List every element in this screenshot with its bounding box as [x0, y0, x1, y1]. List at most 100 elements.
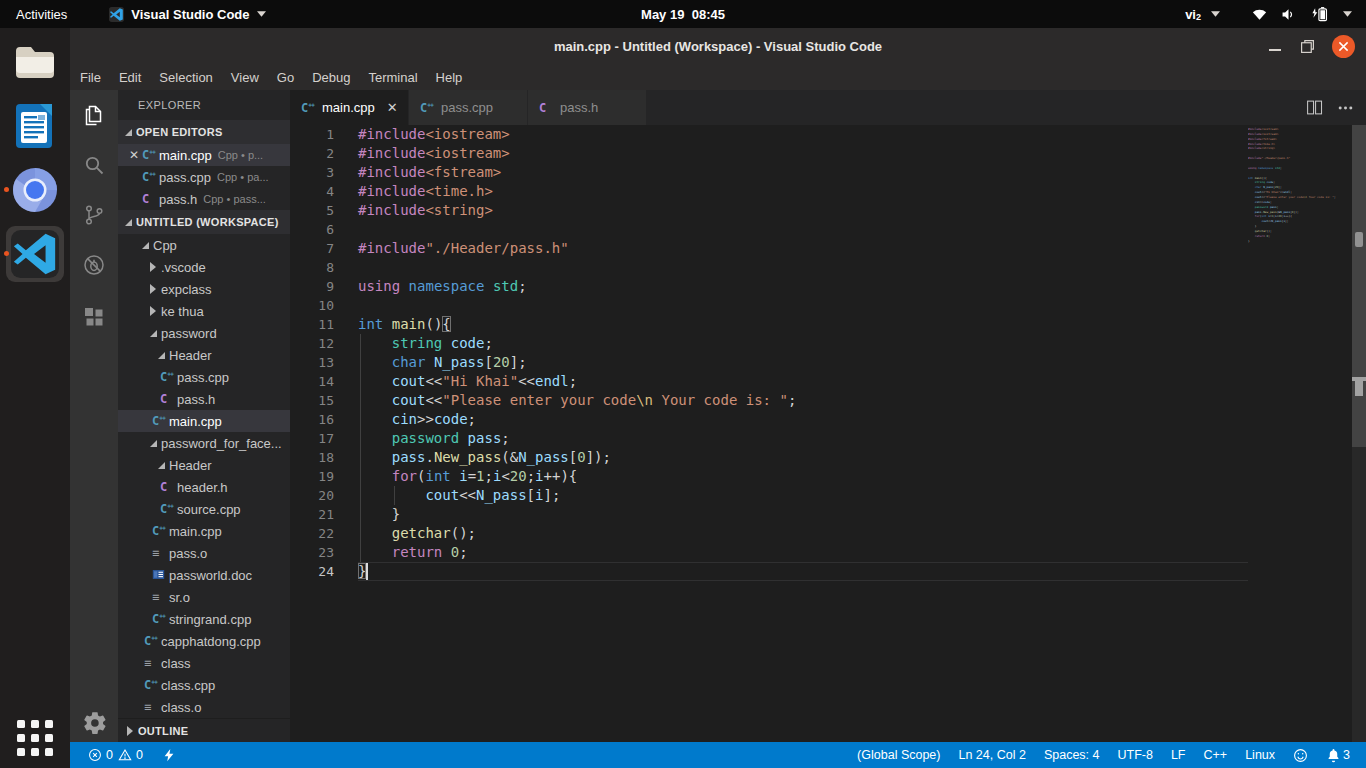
- code-line-3[interactable]: 3#include<fstream>: [290, 163, 1366, 182]
- menu-terminal[interactable]: Terminal: [359, 64, 426, 90]
- code-line-22[interactable]: 22 getchar();: [290, 524, 1366, 543]
- folder-password-for-face-[interactable]: password_for_face...: [118, 432, 290, 454]
- language-mode[interactable]: C++: [1204, 748, 1228, 762]
- file-capphatdong-cpp[interactable]: C++capphatdong.cpp: [118, 630, 290, 652]
- code-line-6[interactable]: 6: [290, 220, 1366, 239]
- file-pass-h[interactable]: Cpass.h: [118, 388, 290, 410]
- file-class-cpp[interactable]: C++class.cpp: [118, 674, 290, 696]
- code-line-15[interactable]: 15 cout<<"Please enter your code\n Your …: [290, 391, 1366, 410]
- explorer-icon[interactable]: [82, 103, 106, 127]
- file-class-o[interactable]: ≡class.o: [118, 696, 290, 718]
- tab-pass.h[interactable]: Cpass.h: [528, 90, 647, 125]
- window-title-bar[interactable]: main.cpp - Untitled (Workspace) - Visual…: [70, 28, 1366, 64]
- outline-header[interactable]: OUTLINE: [118, 718, 290, 742]
- code-line-18[interactable]: 18 pass.New_pass(&N_pass[0]);: [290, 448, 1366, 467]
- code-line-16[interactable]: 16 cin>>code;: [290, 410, 1366, 429]
- open-editor-pass.h[interactable]: Cpass.hCpp • pass...: [118, 188, 290, 210]
- folder-header[interactable]: Header: [118, 344, 290, 366]
- lightning-icon[interactable]: [162, 748, 176, 762]
- code-line-1[interactable]: 1#include<iostream>: [290, 125, 1366, 144]
- scrollbar-thumb[interactable]: [1355, 232, 1363, 247]
- open-editor-main.cpp[interactable]: ✕C++main.cppCpp • p...: [118, 144, 290, 166]
- minimize-button[interactable]: [1269, 39, 1283, 53]
- focused-app-menu[interactable]: Visual Studio Code: [109, 7, 265, 22]
- open-editors-header[interactable]: OPEN EDITORS: [118, 120, 290, 144]
- extensions-icon[interactable]: [82, 305, 106, 329]
- split-editor-icon[interactable]: [1306, 99, 1323, 116]
- folder-header[interactable]: Header: [118, 454, 290, 476]
- folder-password[interactable]: password: [118, 322, 290, 344]
- menu-go[interactable]: Go: [268, 64, 303, 90]
- code-line-11[interactable]: 11int main(){: [290, 315, 1366, 334]
- code-line-13[interactable]: 13 char N_pass[20];: [290, 353, 1366, 372]
- feedback-smiley-icon[interactable]: [1293, 748, 1308, 763]
- scope-indicator[interactable]: (Global Scope): [857, 748, 940, 762]
- folder--vscode[interactable]: .vscode: [118, 256, 290, 278]
- debug-icon[interactable]: [82, 253, 106, 277]
- code-line-4[interactable]: 4#include<time.h>: [290, 182, 1366, 201]
- more-actions-icon[interactable]: [1337, 99, 1354, 116]
- encoding[interactable]: UTF-8: [1118, 748, 1153, 762]
- folder-cpp[interactable]: Cpp: [118, 234, 290, 256]
- source-control-icon[interactable]: [82, 203, 106, 227]
- open-editor-pass.cpp[interactable]: C++pass.cppCpp • pa...: [118, 166, 290, 188]
- code-line-23[interactable]: 23 return 0;: [290, 543, 1366, 562]
- warnings-indicator[interactable]: 0: [118, 748, 143, 762]
- os[interactable]: Linux: [1245, 748, 1275, 762]
- tab-pass.cpp[interactable]: C++pass.cpp: [409, 90, 528, 125]
- file-main-cpp[interactable]: C++main.cpp: [118, 410, 290, 432]
- vscode-launcher[interactable]: [11, 230, 59, 278]
- folder-ke-thua[interactable]: ke thua: [118, 300, 290, 322]
- code-line-7[interactable]: 7#include"./Header/pass.h": [290, 239, 1366, 258]
- libreoffice-writer-launcher[interactable]: [11, 102, 59, 150]
- file-stringrand-cpp[interactable]: C++stringrand.cpp: [118, 608, 290, 630]
- chromium-launcher[interactable]: [11, 166, 59, 214]
- close-icon[interactable]: ✕: [126, 148, 142, 162]
- code-line-8[interactable]: 8: [290, 258, 1366, 277]
- menu-help[interactable]: Help: [427, 64, 472, 90]
- code-line-10[interactable]: 10: [290, 296, 1366, 315]
- scrollbar-track[interactable]: [1352, 125, 1366, 447]
- code-editor[interactable]: 1#include<iostream>2#include<iostream>3#…: [290, 125, 1366, 742]
- show-applications-button[interactable]: [17, 720, 53, 756]
- code-line-19[interactable]: 19 for(int i=1;i<20;i++){: [290, 467, 1366, 486]
- close-button[interactable]: [1332, 35, 1355, 58]
- minimap[interactable]: 1#include<iostream>2#include<iostream>3#…: [1248, 127, 1340, 244]
- file-sr-o[interactable]: ≡sr.o: [118, 586, 290, 608]
- code-line-9[interactable]: 9using namespace std;: [290, 277, 1366, 296]
- code-line-5[interactable]: 5#include<string>: [290, 201, 1366, 220]
- code-line-14[interactable]: 14 cout<<"Hi Khai"<<endl;: [290, 372, 1366, 391]
- file-pass-o[interactable]: ≡pass.o: [118, 542, 290, 564]
- restore-button[interactable]: [1300, 39, 1315, 54]
- file-passworld-doc[interactable]: passworld.doc: [118, 564, 290, 586]
- menu-view[interactable]: View: [222, 64, 268, 90]
- code-line-20[interactable]: 20 cout<<N_pass[i];: [290, 486, 1366, 505]
- search-icon[interactable]: [82, 153, 106, 177]
- file-pass-cpp[interactable]: C++pass.cpp: [118, 366, 290, 388]
- menu-file[interactable]: File: [71, 64, 110, 90]
- indentation[interactable]: Spaces: 4: [1044, 748, 1100, 762]
- errors-indicator[interactable]: 0: [88, 748, 113, 762]
- file-main-cpp[interactable]: C++main.cpp: [118, 520, 290, 542]
- folder-expclass[interactable]: expclass: [118, 278, 290, 300]
- file-source-cpp[interactable]: C++source.cpp: [118, 498, 290, 520]
- menu-debug[interactable]: Debug: [303, 64, 359, 90]
- code-line-21[interactable]: 21 }: [290, 505, 1366, 524]
- code-line-17[interactable]: 17 password pass;: [290, 429, 1366, 448]
- menu-selection[interactable]: Selection: [150, 64, 221, 90]
- file-class[interactable]: ≡class: [118, 652, 290, 674]
- eol[interactable]: LF: [1171, 748, 1186, 762]
- close-icon[interactable]: ✕: [387, 100, 398, 115]
- code-line-2[interactable]: 2#include<iostream>: [290, 144, 1366, 163]
- code-line-12[interactable]: 12 string code;: [290, 334, 1366, 353]
- tab-main.cpp[interactable]: C++main.cpp✕: [290, 90, 409, 125]
- workspace-header[interactable]: UNTITLED (WORKSPACE): [118, 210, 290, 234]
- menu-edit[interactable]: Edit: [110, 64, 150, 90]
- files-launcher[interactable]: [11, 38, 59, 86]
- activities-button[interactable]: Activities: [0, 0, 83, 28]
- gear-icon[interactable]: [82, 710, 108, 736]
- keyboard-layout-indicator[interactable]: vi2: [1185, 7, 1201, 22]
- file-header-h[interactable]: Cheader.h: [118, 476, 290, 498]
- scrollbar-track[interactable]: [1352, 447, 1366, 742]
- cursor-position[interactable]: Ln 24, Col 2: [958, 748, 1025, 762]
